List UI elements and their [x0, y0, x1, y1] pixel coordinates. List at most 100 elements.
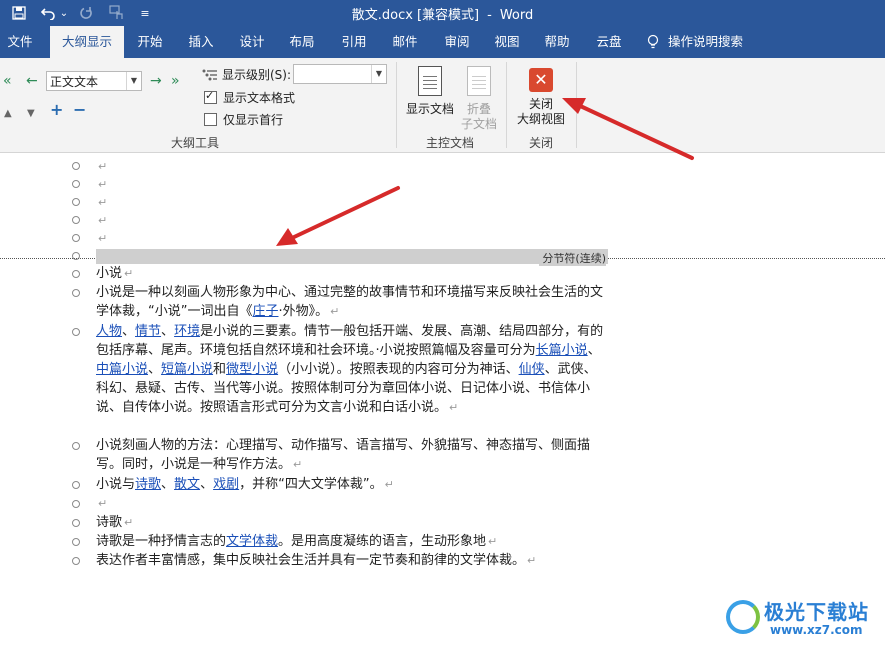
first-line-only-checkbox[interactable]: 仅显示首行 — [204, 111, 283, 128]
window-title: 散文.docx [兼容模式] - Word — [0, 4, 885, 23]
hyperlink[interactable]: 长篇小说 — [536, 343, 588, 358]
hyperlink[interactable]: 人物 — [96, 324, 122, 339]
empty-paragraph[interactable]: ↵ — [96, 229, 608, 248]
tab-outline[interactable]: 大纲显示 — [50, 26, 124, 58]
hyperlink[interactable]: 文学体裁 — [226, 534, 278, 549]
hyperlink[interactable]: 情节 — [135, 324, 161, 339]
paragraph-mark: ↵ — [330, 305, 340, 318]
tab-layout[interactable]: 布局 — [280, 26, 324, 58]
paragraph-novel-definition[interactable]: 小说是一种以刻画人物形象为中心、通过完整的故事情节和环境描写来反映社会生活的文学… — [96, 283, 608, 321]
show-level-combo[interactable]: ▼ — [293, 64, 387, 84]
hyperlink[interactable]: 散文 — [174, 477, 200, 492]
close-icon: ✕ — [529, 68, 553, 92]
empty-paragraph[interactable]: ↵ — [96, 193, 608, 212]
empty-paragraph[interactable]: ↵ — [96, 211, 608, 230]
outline-bullet[interactable] — [72, 557, 80, 565]
paragraph-text: ，并称“四大文学体裁”。 — [239, 477, 383, 492]
outline-bullet[interactable] — [72, 519, 80, 527]
outline-bullet[interactable] — [72, 442, 80, 450]
outline-bullet[interactable] — [72, 328, 80, 336]
paragraph-novel-methods[interactable]: 小说刻画人物的方法：心理描写、动作描写、语言描写、外貌描写、神态描写、侧面描写。… — [96, 436, 608, 474]
outline-bullet[interactable] — [72, 481, 80, 489]
hyperlink[interactable]: 戏剧 — [213, 477, 239, 492]
paragraph-mark: ↵ — [527, 554, 537, 567]
app-name: Word — [499, 8, 534, 23]
document-area[interactable]: ↵ ↵ ↵ ↵ ↵ 分节符(连续) 小说 ↵ 小说是一种以刻画人物形象为中心、通过… — [0, 153, 885, 649]
move-down-icon[interactable]: ▼ — [27, 107, 35, 121]
hyperlink[interactable]: 环境 — [174, 324, 200, 339]
empty-paragraph[interactable]: ↵ — [96, 175, 608, 194]
outline-bullet[interactable] — [72, 198, 80, 206]
paragraph-text: 表达作者丰富情感，集中反映社会生活并具有一定节奏和韵律的文学体裁。 — [96, 553, 526, 568]
section-break[interactable]: 分节符(连续) — [96, 249, 608, 266]
paragraph-poetry-heading[interactable]: 诗歌 ↵ — [96, 513, 608, 532]
paragraph-poetry-definition[interactable]: 诗歌是一种抒情言志的文学体裁。是用高度凝练的语言，生动形象地 ↵ — [96, 532, 608, 551]
close-outline-view-button[interactable]: ✕ 关闭 大纲视图 — [512, 68, 570, 127]
expand-icon[interactable]: + — [50, 102, 63, 118]
promote-to-heading1-icon[interactable]: « — [3, 74, 12, 88]
separator-text: 、 — [587, 343, 601, 358]
tab-design[interactable]: 设计 — [230, 26, 274, 58]
outline-bullet[interactable] — [72, 180, 80, 188]
hyperlink[interactable]: 仙侠 — [519, 362, 545, 377]
demote-icon[interactable]: → — [150, 74, 162, 88]
hyperlink[interactable]: 短篇小说 — [161, 362, 213, 377]
tab-references[interactable]: 引用 — [330, 26, 378, 58]
tab-cloud[interactable]: 云盘 — [586, 26, 632, 58]
paragraph-mark: ↵ — [488, 535, 498, 548]
master-document-group-label: 主控文档 — [425, 136, 474, 150]
tell-me-search[interactable]: 操作说明搜索 — [646, 26, 786, 58]
tab-mailings[interactable]: 邮件 — [382, 26, 428, 58]
close-label-1: 关闭 — [528, 97, 553, 111]
paragraph-mark: ↵ — [98, 214, 108, 227]
outline-level-value: 正文文本 — [50, 75, 99, 89]
hyperlink[interactable]: 中篇小说 — [96, 362, 148, 377]
paragraph-four-genres[interactable]: 小说与诗歌、散文、戏剧，并称“四大文学体裁”。 ↵ — [96, 475, 608, 494]
promote-icon[interactable]: ← — [26, 74, 38, 88]
tab-view[interactable]: 视图 — [484, 26, 530, 58]
title-bar: ⌄ ≡ 散文.docx [兼容模式] - Word — [0, 0, 885, 26]
subdocument-icon — [467, 66, 491, 96]
paragraph-text: 诗歌是一种抒情言志的 — [96, 534, 227, 549]
close-label-2: 大纲视图 — [516, 112, 565, 126]
outline-level-combo[interactable]: 正文文本 ▼ — [46, 71, 142, 91]
paragraph-mark: ↵ — [98, 178, 108, 191]
tab-file[interactable]: 文件 — [0, 26, 40, 58]
separator-text: 、 — [148, 362, 162, 377]
paragraph-novel-heading[interactable]: 小说 ↵ — [96, 264, 608, 283]
paragraph-novel-elements[interactable]: 人物、情节、环境是小说的三要素。情节一般包括开端、发展、高潮、结局四部分，有的包… — [96, 322, 608, 417]
outline-bullet[interactable] — [72, 234, 80, 242]
outline-bullet[interactable] — [72, 162, 80, 170]
empty-paragraph[interactable]: ↵ — [96, 157, 608, 176]
tab-review[interactable]: 审阅 — [434, 26, 480, 58]
watermark: 极光下载站 www.xz7.com — [724, 592, 884, 642]
group-divider — [396, 62, 397, 148]
hyperlink[interactable]: 微型小说 — [226, 362, 278, 377]
move-up-icon[interactable]: ▲ — [4, 107, 12, 121]
outline-bullet[interactable] — [72, 538, 80, 546]
paragraph-poetry-description[interactable]: 表达作者丰富情感，集中反映社会生活并具有一定节奏和韵律的文学体裁。 ↵ — [96, 551, 608, 570]
tab-home[interactable]: 开始 — [128, 26, 172, 58]
empty-paragraph[interactable]: ↵ — [96, 494, 608, 513]
demote-to-body-icon[interactable]: » — [171, 74, 180, 88]
collapse-icon[interactable]: − — [73, 102, 86, 118]
show-text-format-label: 显示文本格式 — [223, 91, 296, 105]
outline-bullet[interactable] — [72, 500, 80, 508]
show-text-format-checkbox[interactable]: 显示文本格式 — [204, 89, 295, 106]
hyperlink[interactable]: 庄子 — [252, 304, 278, 319]
paragraph-mark: ↵ — [384, 478, 394, 491]
chevron-down-icon: ▼ — [126, 72, 141, 90]
paragraph-text: 小说是一种以刻画人物形象为中心、通过完整的故事情节和环境描写来反映社会生活的文学… — [96, 285, 604, 319]
tab-help[interactable]: 帮助 — [534, 26, 580, 58]
hyperlink[interactable]: 诗歌 — [135, 477, 161, 492]
document-icon — [418, 66, 442, 96]
paragraph-mark: ↵ — [98, 232, 108, 245]
outline-bullet[interactable] — [72, 216, 80, 224]
compat-mode: [兼容模式] — [416, 8, 480, 23]
show-document-button[interactable]: 显示文档 — [402, 66, 458, 117]
outline-bullet[interactable] — [72, 289, 80, 297]
separator-text: 和 — [213, 362, 227, 377]
tab-insert[interactable]: 插入 — [178, 26, 224, 58]
paragraph-text: （小小说）。按照表现的内容可分为神话、 — [278, 362, 519, 377]
outline-bullet[interactable] — [72, 270, 80, 278]
